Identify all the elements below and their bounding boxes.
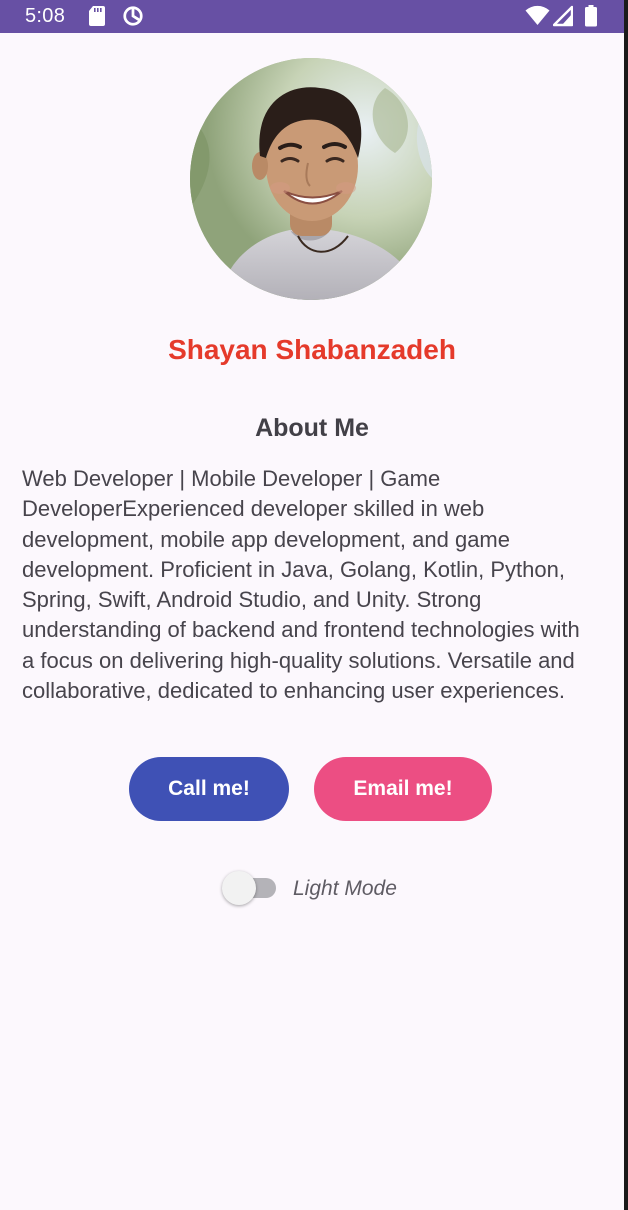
switch-thumb[interactable]	[222, 871, 256, 905]
profile-name: Shayan Shabanzadeh	[168, 334, 456, 365]
signal-icon	[553, 5, 573, 27]
app-screen: 5:08 Shayan Shabanzadeh About Me Web Dev…	[0, 0, 624, 1210]
data-saver-icon	[123, 6, 143, 26]
wifi-icon	[525, 5, 550, 25]
profile-photo	[190, 58, 432, 300]
profile-avatar	[190, 58, 432, 300]
call-me-button[interactable]: Call me!	[129, 757, 289, 821]
email-me-button[interactable]: Email me!	[314, 757, 492, 821]
battery-icon	[585, 5, 597, 27]
status-time: 5:08	[25, 5, 66, 27]
sd-card-icon	[89, 6, 105, 26]
about-description: Web Developer | Mobile Developer | Game …	[22, 466, 580, 704]
about-title: About Me	[255, 414, 369, 442]
theme-switch-label: Light Mode	[293, 877, 397, 900]
status-bar: 5:08	[0, 0, 624, 33]
